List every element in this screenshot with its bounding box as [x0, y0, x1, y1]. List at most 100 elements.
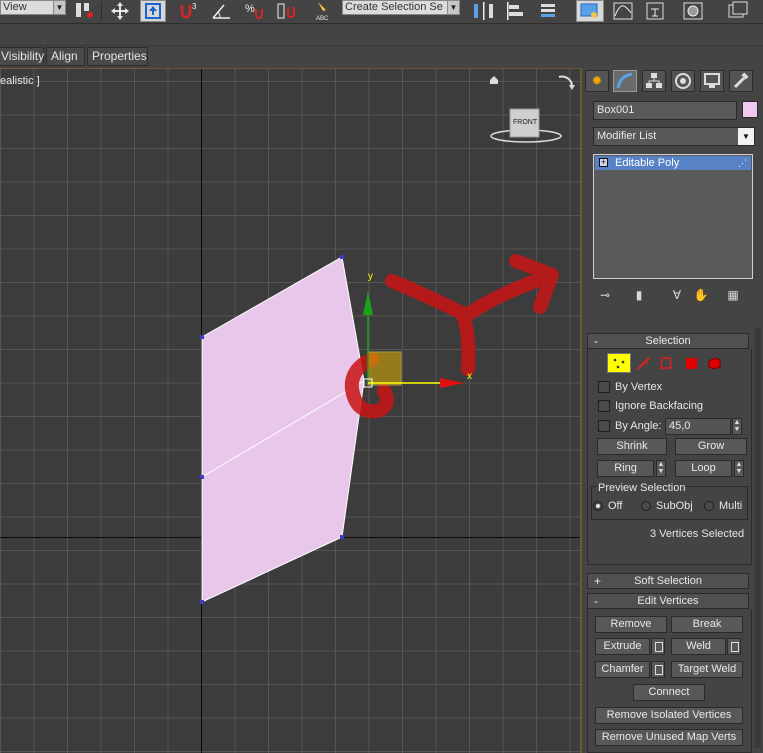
- layer-manager-icon[interactable]: [536, 0, 564, 22]
- svg-text:3: 3: [192, 2, 197, 11]
- panel-scrollbar[interactable]: [755, 328, 761, 748]
- weld-button[interactable]: Weld: [671, 638, 726, 655]
- preview-multi-radio[interactable]: [704, 501, 714, 511]
- expand-icon[interactable]: +: [599, 158, 608, 167]
- remove-button[interactable]: Remove: [595, 616, 667, 633]
- chevron-down-icon: ▼: [738, 128, 754, 145]
- ignore-backfacing-label: Ignore Backfacing: [615, 400, 704, 412]
- scene-canvas: [200, 254, 559, 604]
- preview-selection-label: Preview Selection: [597, 482, 687, 494]
- front-viewport[interactable]: ealistic ] y x FRONT: [0, 68, 582, 753]
- polygon-icon[interactable]: [683, 355, 699, 371]
- ring-button[interactable]: Ring: [597, 460, 654, 477]
- viewcube[interactable]: FRONT: [488, 105, 564, 145]
- shrink-button[interactable]: Shrink: [597, 438, 667, 455]
- gizmo-x-label: x: [467, 371, 472, 382]
- edge-icon[interactable]: [636, 355, 652, 371]
- move-icon[interactable]: [106, 0, 134, 22]
- configure-modifier-sets-icon[interactable]: ▦: [724, 287, 742, 303]
- by-angle-checkbox[interactable]: [598, 420, 610, 432]
- viewcube-face-label: FRONT: [513, 119, 538, 126]
- chamfer-button[interactable]: Chamfer: [595, 661, 650, 678]
- stack-dots-icon: ⋰: [738, 158, 747, 168]
- toolbar-separator: [101, 2, 102, 20]
- border-icon[interactable]: [658, 355, 674, 371]
- break-button[interactable]: Break: [671, 616, 743, 633]
- create-icon[interactable]: ✹: [585, 70, 609, 92]
- extrude-settings-icon[interactable]: [651, 638, 665, 655]
- preview-off-radio[interactable]: [593, 501, 603, 511]
- edit-named-selection-icon[interactable]: ABC: [310, 0, 338, 22]
- loop-spinner[interactable]: ▲ ▼: [734, 460, 744, 477]
- select-manipulate-icon[interactable]: [140, 0, 166, 22]
- remove-isolated-vertices-button[interactable]: Remove Isolated Vertices: [595, 707, 743, 724]
- tab-align[interactable]: Align: [46, 47, 85, 66]
- weld-settings-icon[interactable]: [727, 638, 741, 655]
- svg-text:%: %: [245, 3, 255, 15]
- ring-spinner[interactable]: ▲ ▼: [656, 460, 666, 477]
- preview-subobj-radio[interactable]: [641, 501, 651, 511]
- ribbon-tabs: Visibility Align Properties: [0, 45, 763, 67]
- object-color-swatch[interactable]: [742, 101, 758, 118]
- preview-subobj-label: SubObj: [656, 500, 693, 512]
- modify-icon[interactable]: [613, 70, 637, 92]
- extrude-button[interactable]: Extrude: [595, 638, 650, 655]
- spinner-snap-icon[interactable]: [274, 0, 302, 22]
- tab-visibility[interactable]: Visibility: [0, 47, 44, 66]
- view-combo[interactable]: View ▼: [0, 0, 66, 15]
- material-editor-icon[interactable]: [680, 0, 708, 22]
- link-icon[interactable]: [70, 0, 98, 22]
- percent-snap-icon[interactable]: %: [242, 0, 270, 22]
- selection-rollout-header[interactable]: - Selection: [587, 333, 749, 349]
- chamfer-settings-icon[interactable]: [651, 661, 665, 678]
- tab-properties[interactable]: Properties: [87, 47, 148, 66]
- by-angle-spinner[interactable]: ▲ ▼: [732, 418, 742, 435]
- make-unique-icon[interactable]: ∀: [668, 287, 686, 303]
- connect-button[interactable]: Connect: [633, 684, 705, 701]
- stack-item-editable-poly[interactable]: + Editable Poly ⋰: [595, 156, 751, 170]
- home-icon[interactable]: [489, 75, 499, 85]
- element-icon[interactable]: [706, 355, 722, 371]
- preview-multi-label: Multi: [719, 500, 743, 512]
- selection-status-text: 3 Vertices Selected: [650, 528, 745, 540]
- pin-stack-icon[interactable]: ⊸: [596, 287, 614, 303]
- motion-icon[interactable]: [671, 70, 695, 92]
- by-vertex-checkbox[interactable]: [598, 381, 610, 393]
- modifier-stack[interactable]: + Editable Poly ⋰: [593, 154, 753, 279]
- render-setup-icon[interactable]: [724, 0, 752, 22]
- angle-snap-icon[interactable]: [208, 0, 236, 22]
- soft-selection-rollout-header[interactable]: + Soft Selection: [587, 573, 749, 589]
- remove-unused-map-verts-button[interactable]: Remove Unused Map Verts: [595, 729, 743, 746]
- svg-text:ABC: ABC: [316, 16, 329, 22]
- schematic-view-icon[interactable]: [642, 0, 670, 22]
- utilities-icon[interactable]: [729, 70, 753, 92]
- object-name-field[interactable]: Box001: [593, 101, 737, 120]
- edit-vertices-rollout-header[interactable]: - Edit Vertices: [587, 593, 749, 609]
- grow-button[interactable]: Grow: [675, 438, 747, 455]
- orbit-icon[interactable]: [556, 73, 576, 93]
- vertex-icon[interactable]: [607, 353, 631, 373]
- display-icon[interactable]: [700, 70, 724, 92]
- main-toolbar: View ▼ 3 % ABC Create Selection Se ▼: [0, 0, 763, 24]
- loop-button[interactable]: Loop: [675, 460, 732, 477]
- hierarchy-icon[interactable]: [642, 70, 666, 92]
- command-panel: ✹ Box001 Modifier List ▼ + Editable Poly…: [584, 68, 763, 753]
- remove-modifier-icon[interactable]: ✋: [692, 287, 710, 303]
- modifier-list-dropdown[interactable]: Modifier List ▼: [593, 127, 755, 146]
- ignore-backfacing-checkbox[interactable]: [598, 400, 610, 412]
- show-end-result-icon[interactable]: ▮: [630, 287, 648, 303]
- by-angle-value-field[interactable]: 45,0: [665, 418, 731, 435]
- by-angle-label: By Angle:: [615, 420, 662, 432]
- selection-set-combo[interactable]: Create Selection Se ▼: [342, 0, 460, 15]
- box001-mesh[interactable]: [201, 256, 365, 603]
- gizmo-y-label: y: [368, 271, 373, 282]
- graphite-ribbon-icon[interactable]: [576, 0, 604, 22]
- mirror-icon[interactable]: [470, 0, 498, 22]
- preview-off-label: Off: [608, 500, 623, 512]
- align-icon[interactable]: [502, 0, 530, 22]
- curve-editor-icon[interactable]: [610, 0, 638, 22]
- snap-icon[interactable]: 3: [176, 0, 204, 22]
- by-vertex-label: By Vertex: [615, 381, 663, 393]
- chevron-down-icon: ▼: [447, 1, 459, 14]
- target-weld-button[interactable]: Target Weld: [671, 661, 743, 678]
